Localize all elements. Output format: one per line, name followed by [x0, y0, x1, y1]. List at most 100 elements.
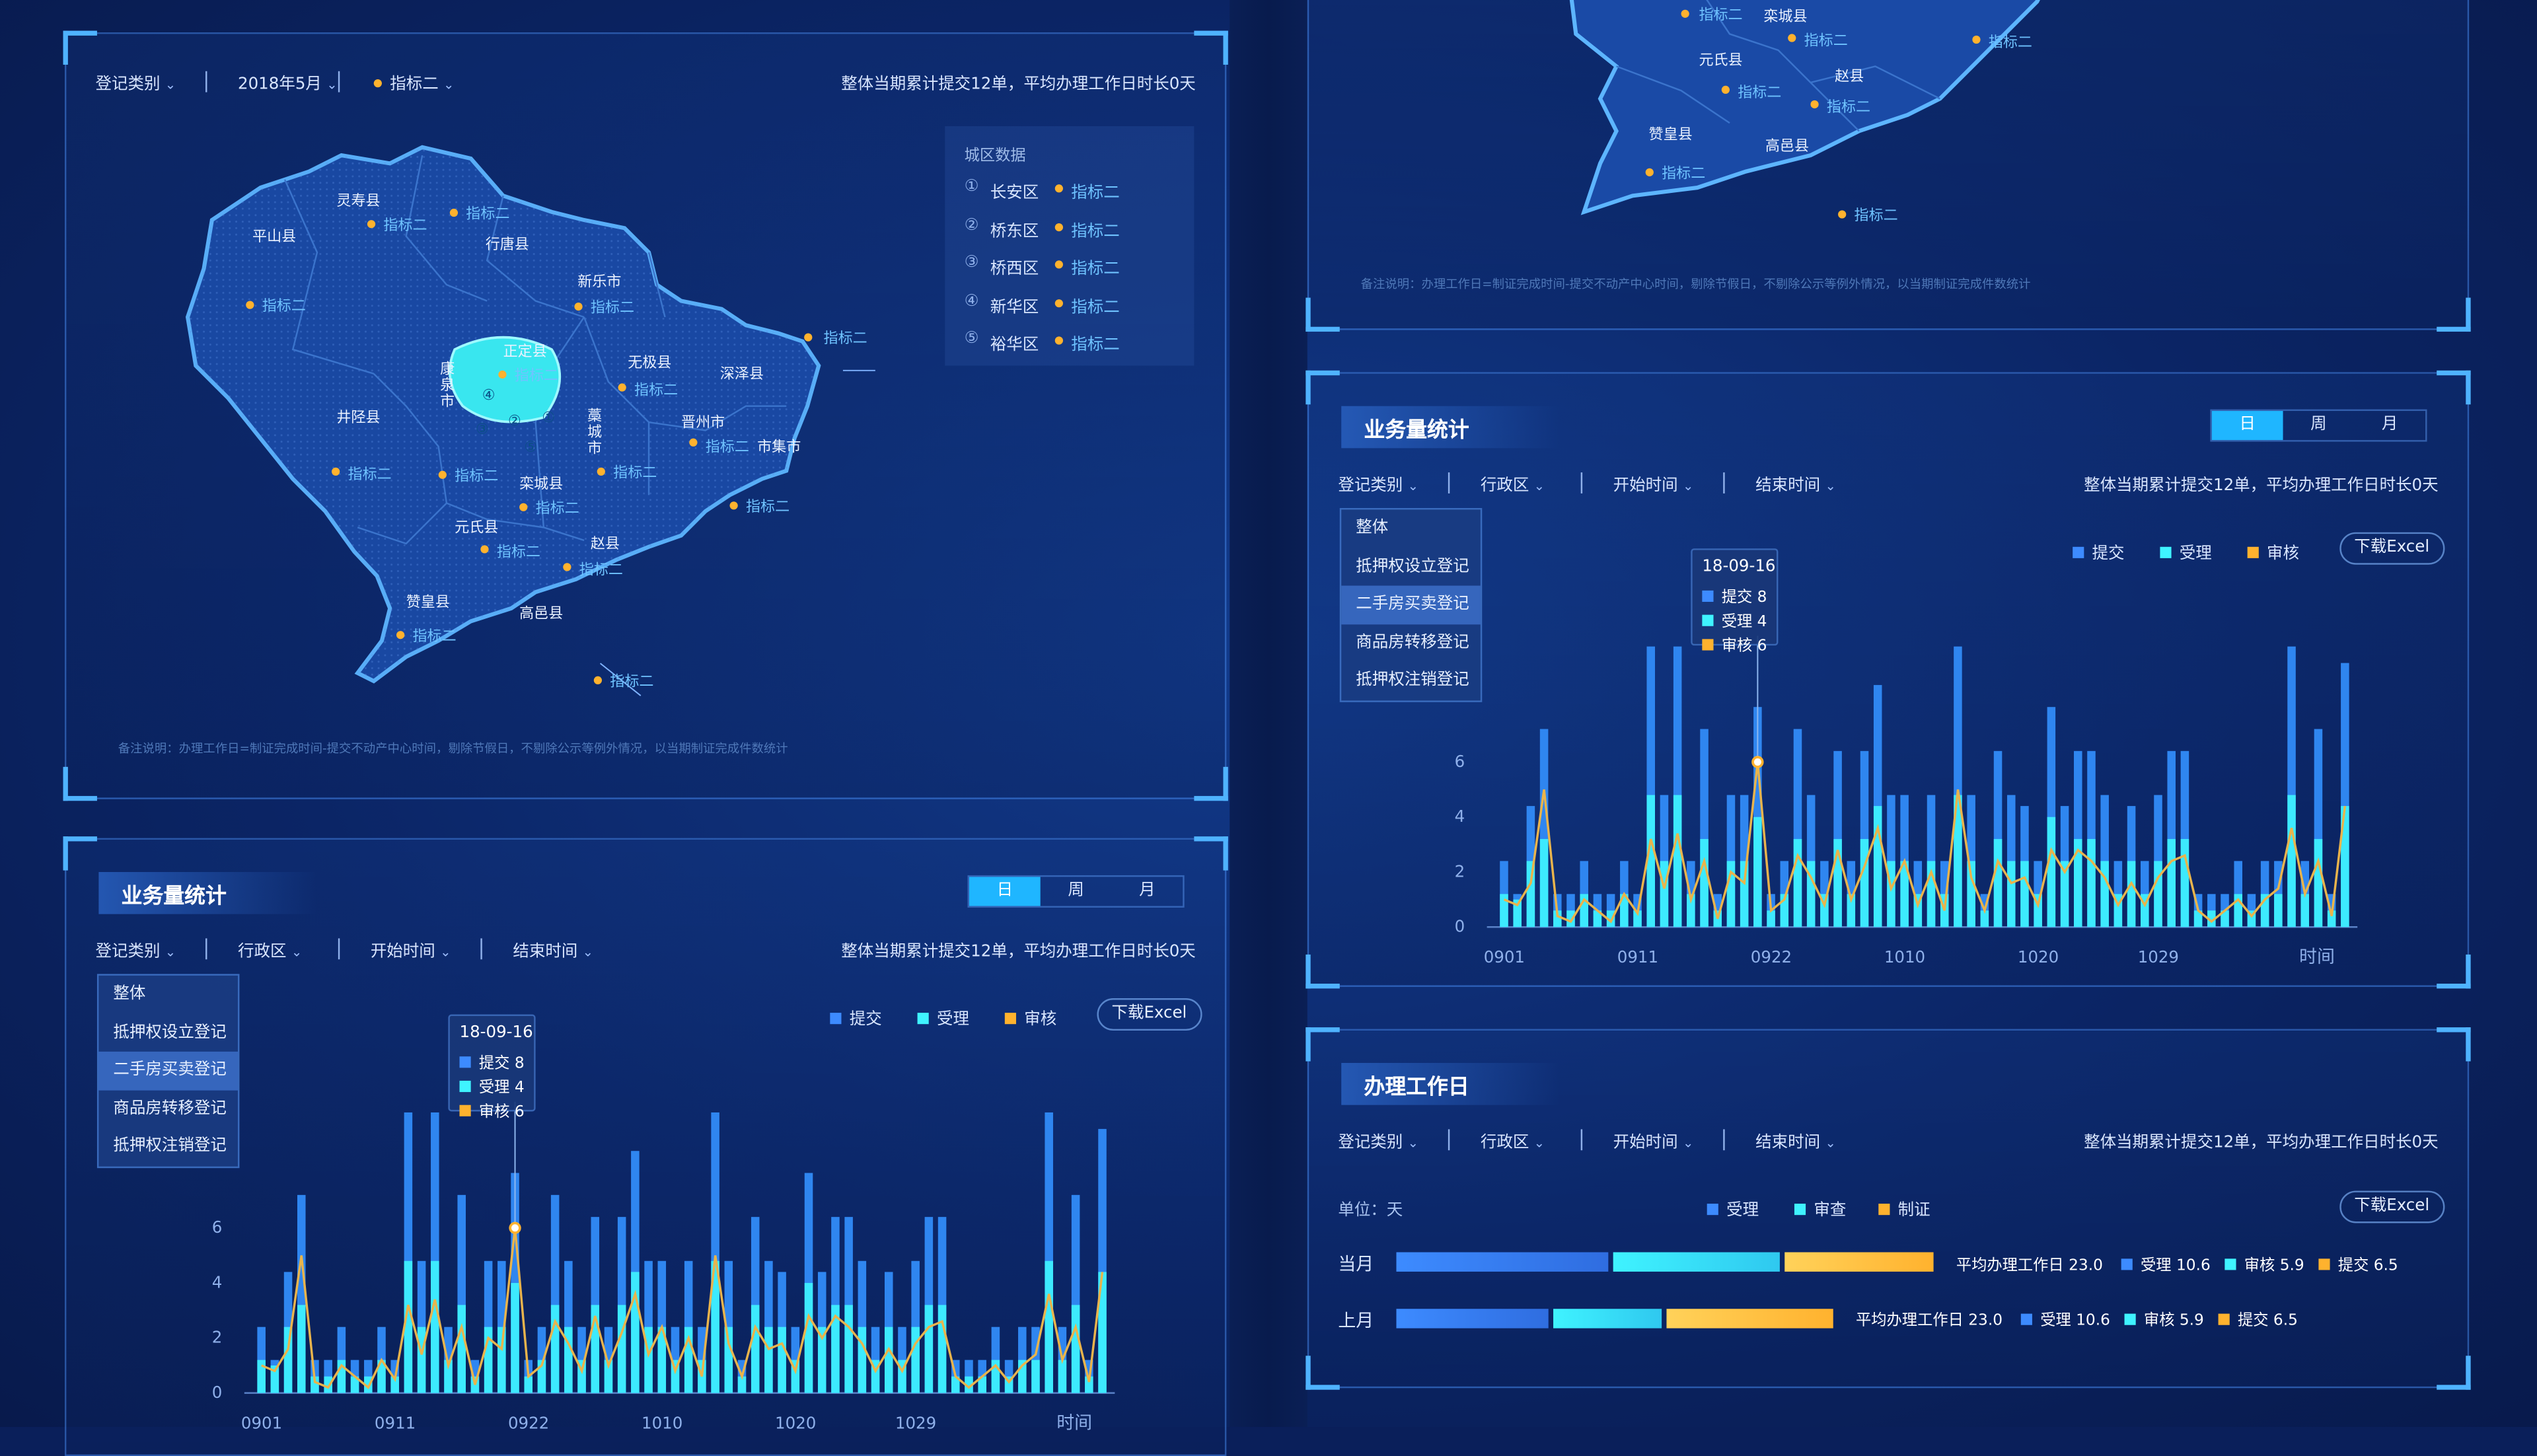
filter-category[interactable]: 登记类别 ⌄	[1338, 471, 1418, 495]
county-label[interactable]: 井陉县	[336, 406, 380, 427]
bar-accept[interactable]	[1673, 795, 1682, 928]
bar-accept[interactable]	[1539, 839, 1549, 928]
bar-accept[interactable]	[844, 1305, 853, 1393]
bar-accept[interactable]	[924, 1305, 934, 1393]
dropdown-option-selected[interactable]: 二手房买卖登记	[1341, 585, 1481, 624]
dropdown-option[interactable]: 商品房转移登记	[1341, 624, 1481, 662]
bar-accept[interactable]	[1793, 839, 1802, 928]
bar-accept[interactable]	[257, 1360, 266, 1393]
filter-category[interactable]: 登记类别 ⌄	[95, 937, 176, 961]
bar-accept[interactable]	[2047, 817, 2056, 928]
dropdown-option-selected[interactable]: 二手房买卖登记	[98, 1051, 239, 1090]
download-excel-button[interactable]: 下载Excel	[2339, 532, 2445, 565]
tab-month[interactable]: 月	[1111, 877, 1183, 906]
district-number[interactable]: ②	[508, 414, 521, 430]
bar-accept[interactable]	[2020, 861, 2029, 928]
tab-day[interactable]: 日	[2211, 411, 2283, 441]
filter-month[interactable]: 2018年5月 ⌄	[238, 69, 338, 94]
bar-accept[interactable]	[1058, 1360, 1067, 1393]
bar-accept[interactable]	[1740, 861, 1749, 928]
bar-accept[interactable]	[1767, 910, 1775, 928]
district-number[interactable]: ③	[476, 422, 489, 438]
bar-accept[interactable]	[778, 1327, 786, 1393]
county-label[interactable]: 元氏县	[1699, 48, 1742, 69]
county-label[interactable]: 赞皇县	[1649, 123, 1693, 143]
bar-accept[interactable]	[2167, 839, 2176, 928]
bar-accept[interactable]	[631, 1272, 640, 1393]
county-label[interactable]: 市集市	[757, 435, 801, 456]
bar-accept[interactable]	[751, 1305, 760, 1393]
bar-accept[interactable]	[1700, 839, 1709, 928]
county-label[interactable]: 平山县	[252, 225, 296, 246]
category-dropdown[interactable]: 整体 抵押权设立登记 二手房买卖登记 商品房转移登记 抵押权注销登记	[96, 974, 240, 1167]
bar-certify[interactable]	[1784, 1252, 1934, 1272]
filter-end-time[interactable]: 结束时间 ⌄	[1755, 1128, 1836, 1152]
dropdown-option[interactable]: 抵押权注销登记	[1341, 662, 1481, 700]
city-row[interactable]: ③ 桥西区 指标二	[965, 254, 1191, 278]
county-label[interactable]: 灵寿县	[336, 190, 380, 210]
city-row[interactable]: ⑤ 裕华区 指标二	[965, 330, 1191, 355]
county-label[interactable]: 藁城市	[587, 410, 603, 458]
filter-end-time[interactable]: 结束时间 ⌄	[1755, 471, 1836, 495]
bar-accept[interactable]	[1031, 1360, 1040, 1393]
bar-accept[interactable]	[2087, 839, 2096, 928]
filter-start-time[interactable]: 开始时间 ⌄	[1613, 471, 1694, 495]
county-label[interactable]: 高邑县	[1765, 134, 1809, 155]
bar-chart[interactable]: 0 2 4 6 0901 0911 0922 1010 1020 1029 时间	[1435, 636, 2422, 975]
tab-month[interactable]: 月	[2354, 411, 2425, 440]
bar-accept[interactable]	[524, 1376, 533, 1393]
district-number[interactable]: ⑤	[524, 440, 537, 456]
bar-accept[interactable]	[1993, 839, 2003, 928]
bar-accept[interactable]	[2100, 861, 2109, 928]
county-label[interactable]: 正定县	[503, 340, 547, 361]
tab-day[interactable]: 日	[969, 877, 1041, 906]
city-row[interactable]: ② 桥东区 指标二	[965, 217, 1191, 241]
county-label[interactable]: 赞皇县	[406, 591, 450, 611]
bar-certify[interactable]	[1666, 1309, 1833, 1329]
highlight-point[interactable]	[509, 1221, 521, 1234]
category-dropdown[interactable]: 整体 抵押权设立登记 二手房买卖登记 商品房转移登记 抵押权注销登记	[1339, 507, 1483, 702]
bar-accept[interactable]	[297, 1305, 306, 1393]
bar-examine[interactable]	[1553, 1309, 1662, 1329]
bar-accept[interactable]	[2287, 795, 2296, 928]
filter-start-time[interactable]: 开始时间 ⌄	[1613, 1128, 1694, 1152]
filter-end-time[interactable]: 结束时间 ⌄	[513, 937, 593, 961]
filter-category[interactable]: 登记类别 ⌄	[95, 69, 176, 94]
county-label[interactable]: 无极县	[628, 351, 671, 372]
bar-accept[interactable]	[1660, 861, 1669, 928]
bar-accept[interactable]	[1753, 817, 1762, 928]
county-label[interactable]: 新乐市	[577, 270, 621, 291]
highlight-point[interactable]	[1751, 756, 1764, 768]
county-label[interactable]: 栾城县	[519, 472, 563, 493]
bar-accept[interactable]	[417, 1327, 426, 1393]
dropdown-option[interactable]: 抵押权注销登记	[98, 1128, 238, 1166]
district-number[interactable]: ①	[542, 411, 555, 427]
bar-accept[interactable]	[511, 1283, 519, 1393]
bar-accept[interactable]	[938, 1305, 947, 1393]
county-label[interactable]: 元氏县	[455, 516, 498, 537]
bar-accept[interactable]	[884, 1327, 893, 1393]
county-label[interactable]: 深泽县	[720, 363, 764, 383]
bar-accept[interactable]	[1045, 1260, 1053, 1393]
dropdown-option[interactable]: 整体	[1341, 509, 1481, 548]
dropdown-option[interactable]: 商品房转移登记	[98, 1089, 238, 1128]
bar-accept[interactable]	[497, 1327, 506, 1393]
bar-accept[interactable]	[1071, 1305, 1080, 1393]
bar-accept[interactable]	[2180, 839, 2189, 928]
county-label[interactable]: 行唐县	[486, 233, 529, 254]
bar-accept[interactable]	[1860, 839, 1869, 928]
period-tabs[interactable]: 日 周 月	[2210, 409, 2427, 442]
county-label[interactable]: 晋州市	[681, 411, 725, 431]
bar-accept[interactable]	[911, 1327, 920, 1393]
district-number[interactable]: ④	[482, 388, 496, 404]
bar-accept[interactable]	[2127, 861, 2136, 928]
bar-accept[interactable]	[457, 1305, 466, 1393]
filter-district[interactable]: 行政区 ⌄	[1481, 471, 1545, 495]
bar-accept[interactable]	[1396, 1309, 1549, 1329]
bar-accept[interactable]	[550, 1305, 560, 1393]
city-row[interactable]: ① 长安区 指标二	[965, 178, 1191, 202]
filter-district[interactable]: 行政区 ⌄	[1481, 1128, 1545, 1152]
bar-accept[interactable]	[2154, 861, 2162, 928]
bar-accept[interactable]	[804, 1283, 813, 1393]
bar-accept[interactable]	[1396, 1252, 1609, 1272]
